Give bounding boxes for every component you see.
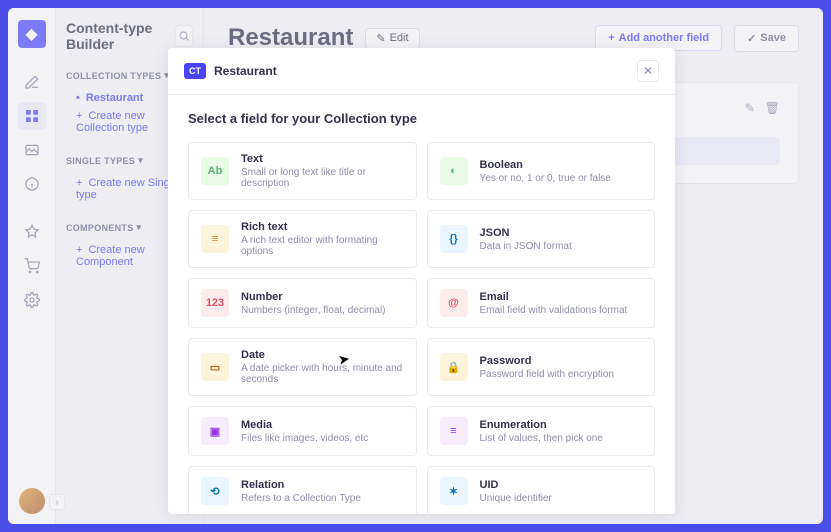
field-desc: Unique identifier <box>480 493 552 504</box>
field-name: Date <box>241 349 404 361</box>
field-desc: A rich text editor with formating option… <box>241 235 404 257</box>
field-icon-number: 123 <box>201 289 229 317</box>
field-picker-modal: CT Restaurant ✕ Select a field for your … <box>168 48 675 514</box>
field-name: Email <box>480 291 628 303</box>
field-desc: Yes or no, 1 or 0, true or false <box>480 173 611 184</box>
field-card-text[interactable]: Ab Text Small or long text like title or d… <box>188 142 417 200</box>
field-desc: List of values, then pick one <box>480 433 603 444</box>
field-icon-text: Ab <box>201 157 229 185</box>
field-desc: Small or long text like title or descrip… <box>241 167 404 189</box>
field-icon-rich-text: ≡ <box>201 225 229 253</box>
field-icon-enumeration: ≡ <box>440 417 468 445</box>
field-icon-boolean: ◐ <box>440 157 468 185</box>
field-card-rich-text[interactable]: ≡ Rich text A rich text editor with format… <box>188 210 417 268</box>
field-desc: Data in JSON format <box>480 241 572 252</box>
field-desc: Refers to a Collection Type <box>241 493 361 504</box>
ct-badge: CT <box>184 63 206 79</box>
field-name: Password <box>480 355 615 367</box>
field-name: Boolean <box>480 159 611 171</box>
field-icon-email: @ <box>440 289 468 317</box>
field-card-password[interactable]: 🔒 Password Password field with encryption <box>427 338 656 396</box>
field-desc: Email field with validations format <box>480 305 628 316</box>
field-icon-media: ▣ <box>201 417 229 445</box>
field-desc: Password field with encryption <box>480 369 615 380</box>
field-name: Rich text <box>241 221 404 233</box>
close-icon[interactable]: ✕ <box>637 60 659 82</box>
field-card-number[interactable]: 123 Number Numbers (integer, float, decima… <box>188 278 417 328</box>
field-card-enumeration[interactable]: ≡ Enumeration List of values, then pick on… <box>427 406 656 456</box>
field-card-email[interactable]: @ Email Email field with validations forma… <box>427 278 656 328</box>
field-icon-password: 🔒 <box>440 353 468 381</box>
modal-subtitle: Select a field for your Collection type <box>188 111 655 126</box>
field-icon-uid: ✶ <box>440 477 468 505</box>
field-name: Enumeration <box>480 419 603 431</box>
field-card-media[interactable]: ▣ Media Files like images, videos, etc <box>188 406 417 456</box>
field-card-relation[interactable]: ⟲ Relation Refers to a Collection Type <box>188 466 417 514</box>
field-name: JSON <box>480 227 572 239</box>
field-desc: A date picker with hours, minute and sec… <box>241 363 404 385</box>
modal-title: Restaurant <box>214 64 277 78</box>
field-icon-date: ▭ <box>201 353 229 381</box>
field-name: Text <box>241 153 404 165</box>
field-icon-json: {} <box>440 225 468 253</box>
field-name: Media <box>241 419 368 431</box>
field-card-uid[interactable]: ✶ UID Unique identifier <box>427 466 656 514</box>
field-desc: Numbers (integer, float, decimal) <box>241 305 386 316</box>
field-card-boolean[interactable]: ◐ Boolean Yes or no, 1 or 0, true or false <box>427 142 656 200</box>
field-icon-relation: ⟲ <box>201 477 229 505</box>
field-card-date[interactable]: ▭ Date A date picker with hours, minute an… <box>188 338 417 396</box>
field-desc: Files like images, videos, etc <box>241 433 368 444</box>
field-name: Number <box>241 291 386 303</box>
field-card-json[interactable]: {} JSON Data in JSON format <box>427 210 656 268</box>
cursor-icon: ➤ <box>337 350 352 369</box>
field-name: Relation <box>241 479 361 491</box>
field-name: UID <box>480 479 552 491</box>
